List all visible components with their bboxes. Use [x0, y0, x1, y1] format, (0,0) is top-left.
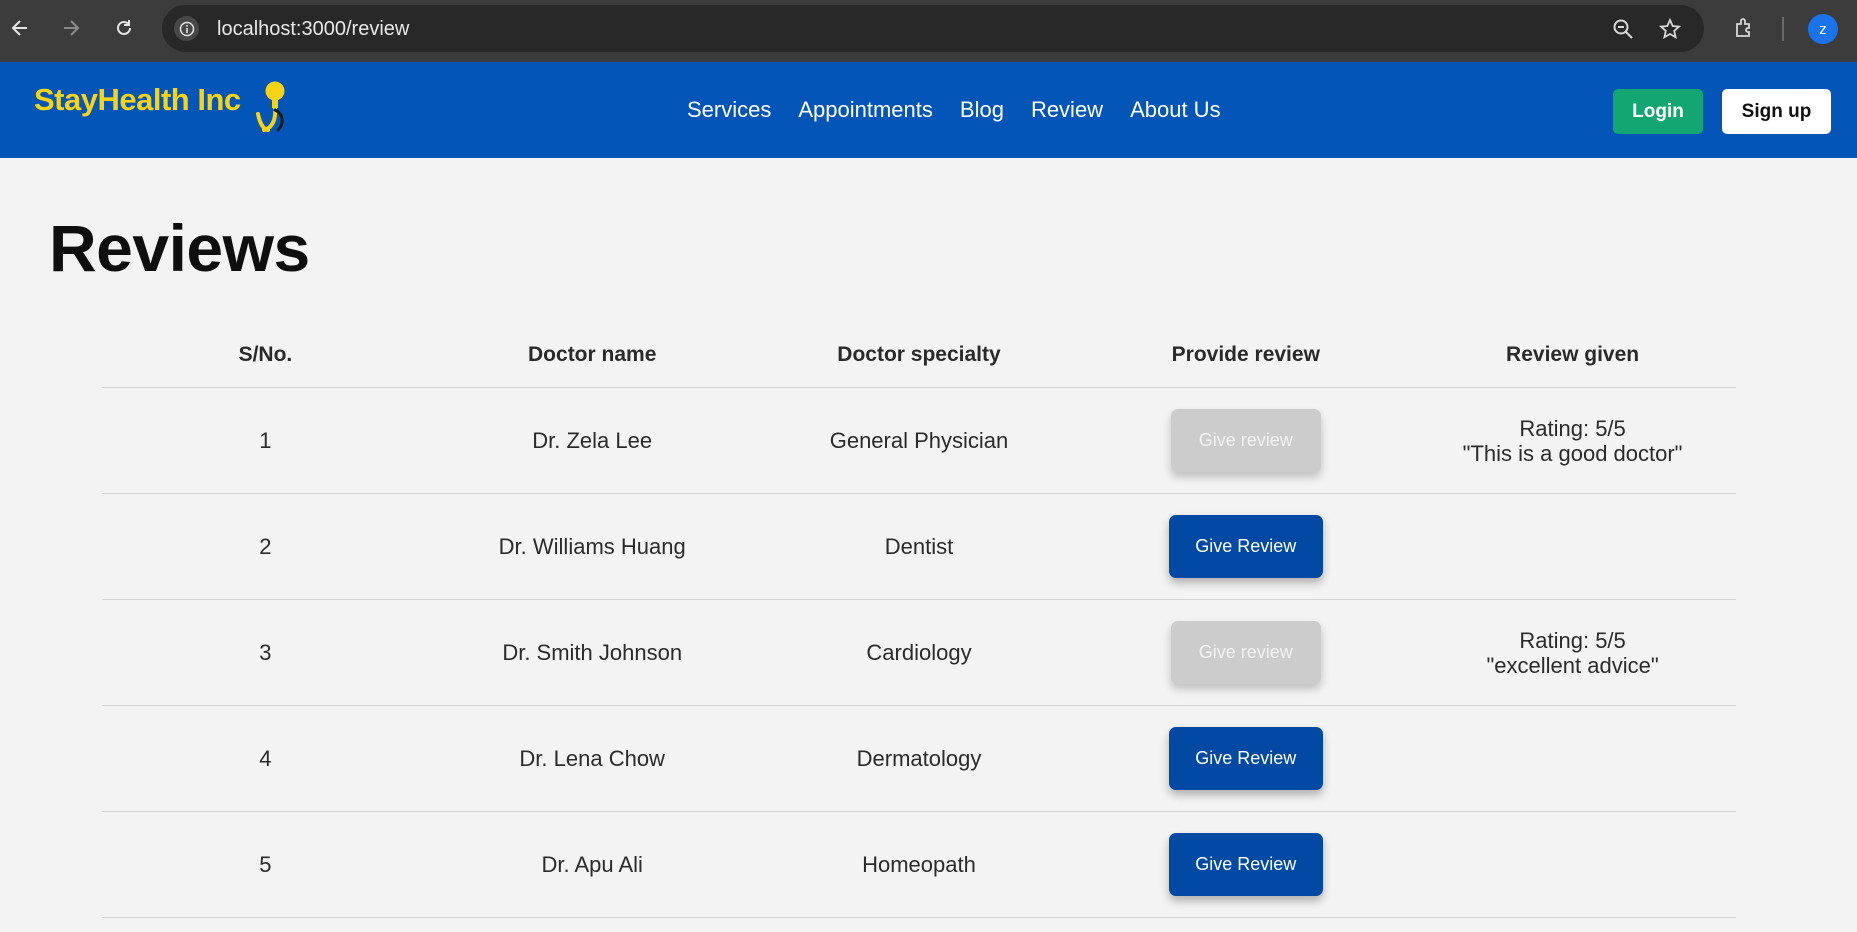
column-header-doctor-specialty: Doctor specialty [837, 342, 1001, 366]
column-header-review-given: Review given [1506, 342, 1640, 366]
stethoscope-logo-icon [256, 81, 285, 132]
cell-sno: 4 [259, 746, 272, 771]
cell-provide-review: Give Review [1082, 515, 1409, 578]
cell-doctor-name: Dr. Williams Huang [498, 534, 686, 559]
review-rating: Rating: 5/5 [1519, 627, 1626, 653]
give-review-button-disabled[interactable]: Give review [1170, 409, 1321, 472]
column-header-doctor-name: Doctor name [528, 342, 657, 366]
table-row: 3 Dr. Smith Johnson Cardiology Give revi… [102, 600, 1736, 706]
give-review-button[interactable]: Give Review [1168, 727, 1323, 790]
main-nav: Services Appointments Blog Review About … [687, 97, 1248, 123]
cell-sno: 1 [259, 428, 272, 453]
site-info-icon[interactable] [174, 16, 199, 41]
cell-provide-review: Give review [1082, 621, 1409, 684]
cell-doctor-specialty: Dentist [884, 534, 954, 559]
column-header-provide-review: Provide review [1171, 342, 1320, 366]
cell-doctor-name: Dr. Lena Chow [519, 746, 665, 771]
extensions-icon[interactable] [1727, 10, 1763, 46]
table-row: 1 Dr. Zela Lee General Physician Give re… [102, 388, 1736, 494]
address-bar[interactable]: localhost:3000/review [162, 5, 1704, 52]
reviews-table: S/No. Doctor name Doctor specialty Provi… [102, 322, 1736, 918]
cell-provide-review: Give Review [1082, 833, 1409, 896]
signup-button[interactable]: Sign up [1722, 89, 1831, 134]
cell-provide-review: Give Review [1082, 727, 1409, 790]
toolbar-divider [1782, 17, 1784, 41]
review-comment: "excellent advice" [1486, 652, 1659, 678]
give-review-button-disabled[interactable]: Give review [1170, 621, 1321, 684]
review-rating: Rating: 5/5 [1519, 415, 1626, 441]
column-header-sno: S/No. [238, 342, 293, 366]
give-review-button[interactable]: Give Review [1168, 515, 1323, 578]
forward-icon[interactable] [53, 10, 89, 46]
cell-doctor-specialty: Dermatology [856, 746, 982, 771]
cell-doctor-specialty: General Physician [829, 428, 1009, 453]
brand-logo[interactable]: StayHealth Inc [34, 82, 241, 118]
cell-sno: 3 [259, 640, 272, 665]
site-header: StayHealth Inc Services Appointments Blo… [0, 62, 1857, 158]
nav-review[interactable]: Review [1031, 97, 1103, 123]
cell-provide-review: Give review [1082, 409, 1409, 472]
cell-sno: 2 [259, 534, 272, 559]
bookmark-star-icon[interactable] [1657, 16, 1683, 42]
profile-avatar[interactable]: z [1808, 14, 1838, 44]
browser-toolbar: localhost:3000/review z [0, 0, 1857, 62]
cell-doctor-specialty: Cardiology [866, 640, 972, 665]
table-row: 5 Dr. Apu Ali Homeopath Give Review [102, 812, 1736, 918]
page-title: Reviews [49, 211, 310, 285]
url-text[interactable]: localhost:3000/review [217, 18, 409, 41]
cell-doctor-name: Dr. Apu Ali [541, 852, 643, 877]
nav-services[interactable]: Services [687, 97, 771, 123]
nav-blog[interactable]: Blog [960, 97, 1004, 123]
table-row: 2 Dr. Williams Huang Dentist Give Review [102, 494, 1736, 600]
nav-about-us[interactable]: About Us [1130, 97, 1221, 123]
cell-sno: 5 [259, 852, 272, 877]
give-review-button[interactable]: Give Review [1168, 833, 1323, 896]
review-comment: "This is a good doctor" [1462, 440, 1683, 466]
cell-doctor-name: Dr. Zela Lee [532, 428, 653, 453]
back-icon[interactable] [2, 10, 38, 46]
cell-doctor-name: Dr. Smith Johnson [502, 640, 683, 665]
reload-icon[interactable] [106, 10, 142, 46]
nav-appointments[interactable]: Appointments [798, 97, 933, 123]
cell-review-given: Rating: 5/5 "This is a good doctor" [1409, 416, 1736, 466]
cell-review-given: Rating: 5/5 "excellent advice" [1409, 628, 1736, 678]
zoom-icon[interactable] [1610, 16, 1636, 42]
cell-doctor-specialty: Homeopath [862, 852, 976, 877]
login-button[interactable]: Login [1613, 89, 1703, 134]
table-header-row: S/No. Doctor name Doctor specialty Provi… [102, 322, 1736, 388]
table-row: 4 Dr. Lena Chow Dermatology Give Review [102, 706, 1736, 812]
